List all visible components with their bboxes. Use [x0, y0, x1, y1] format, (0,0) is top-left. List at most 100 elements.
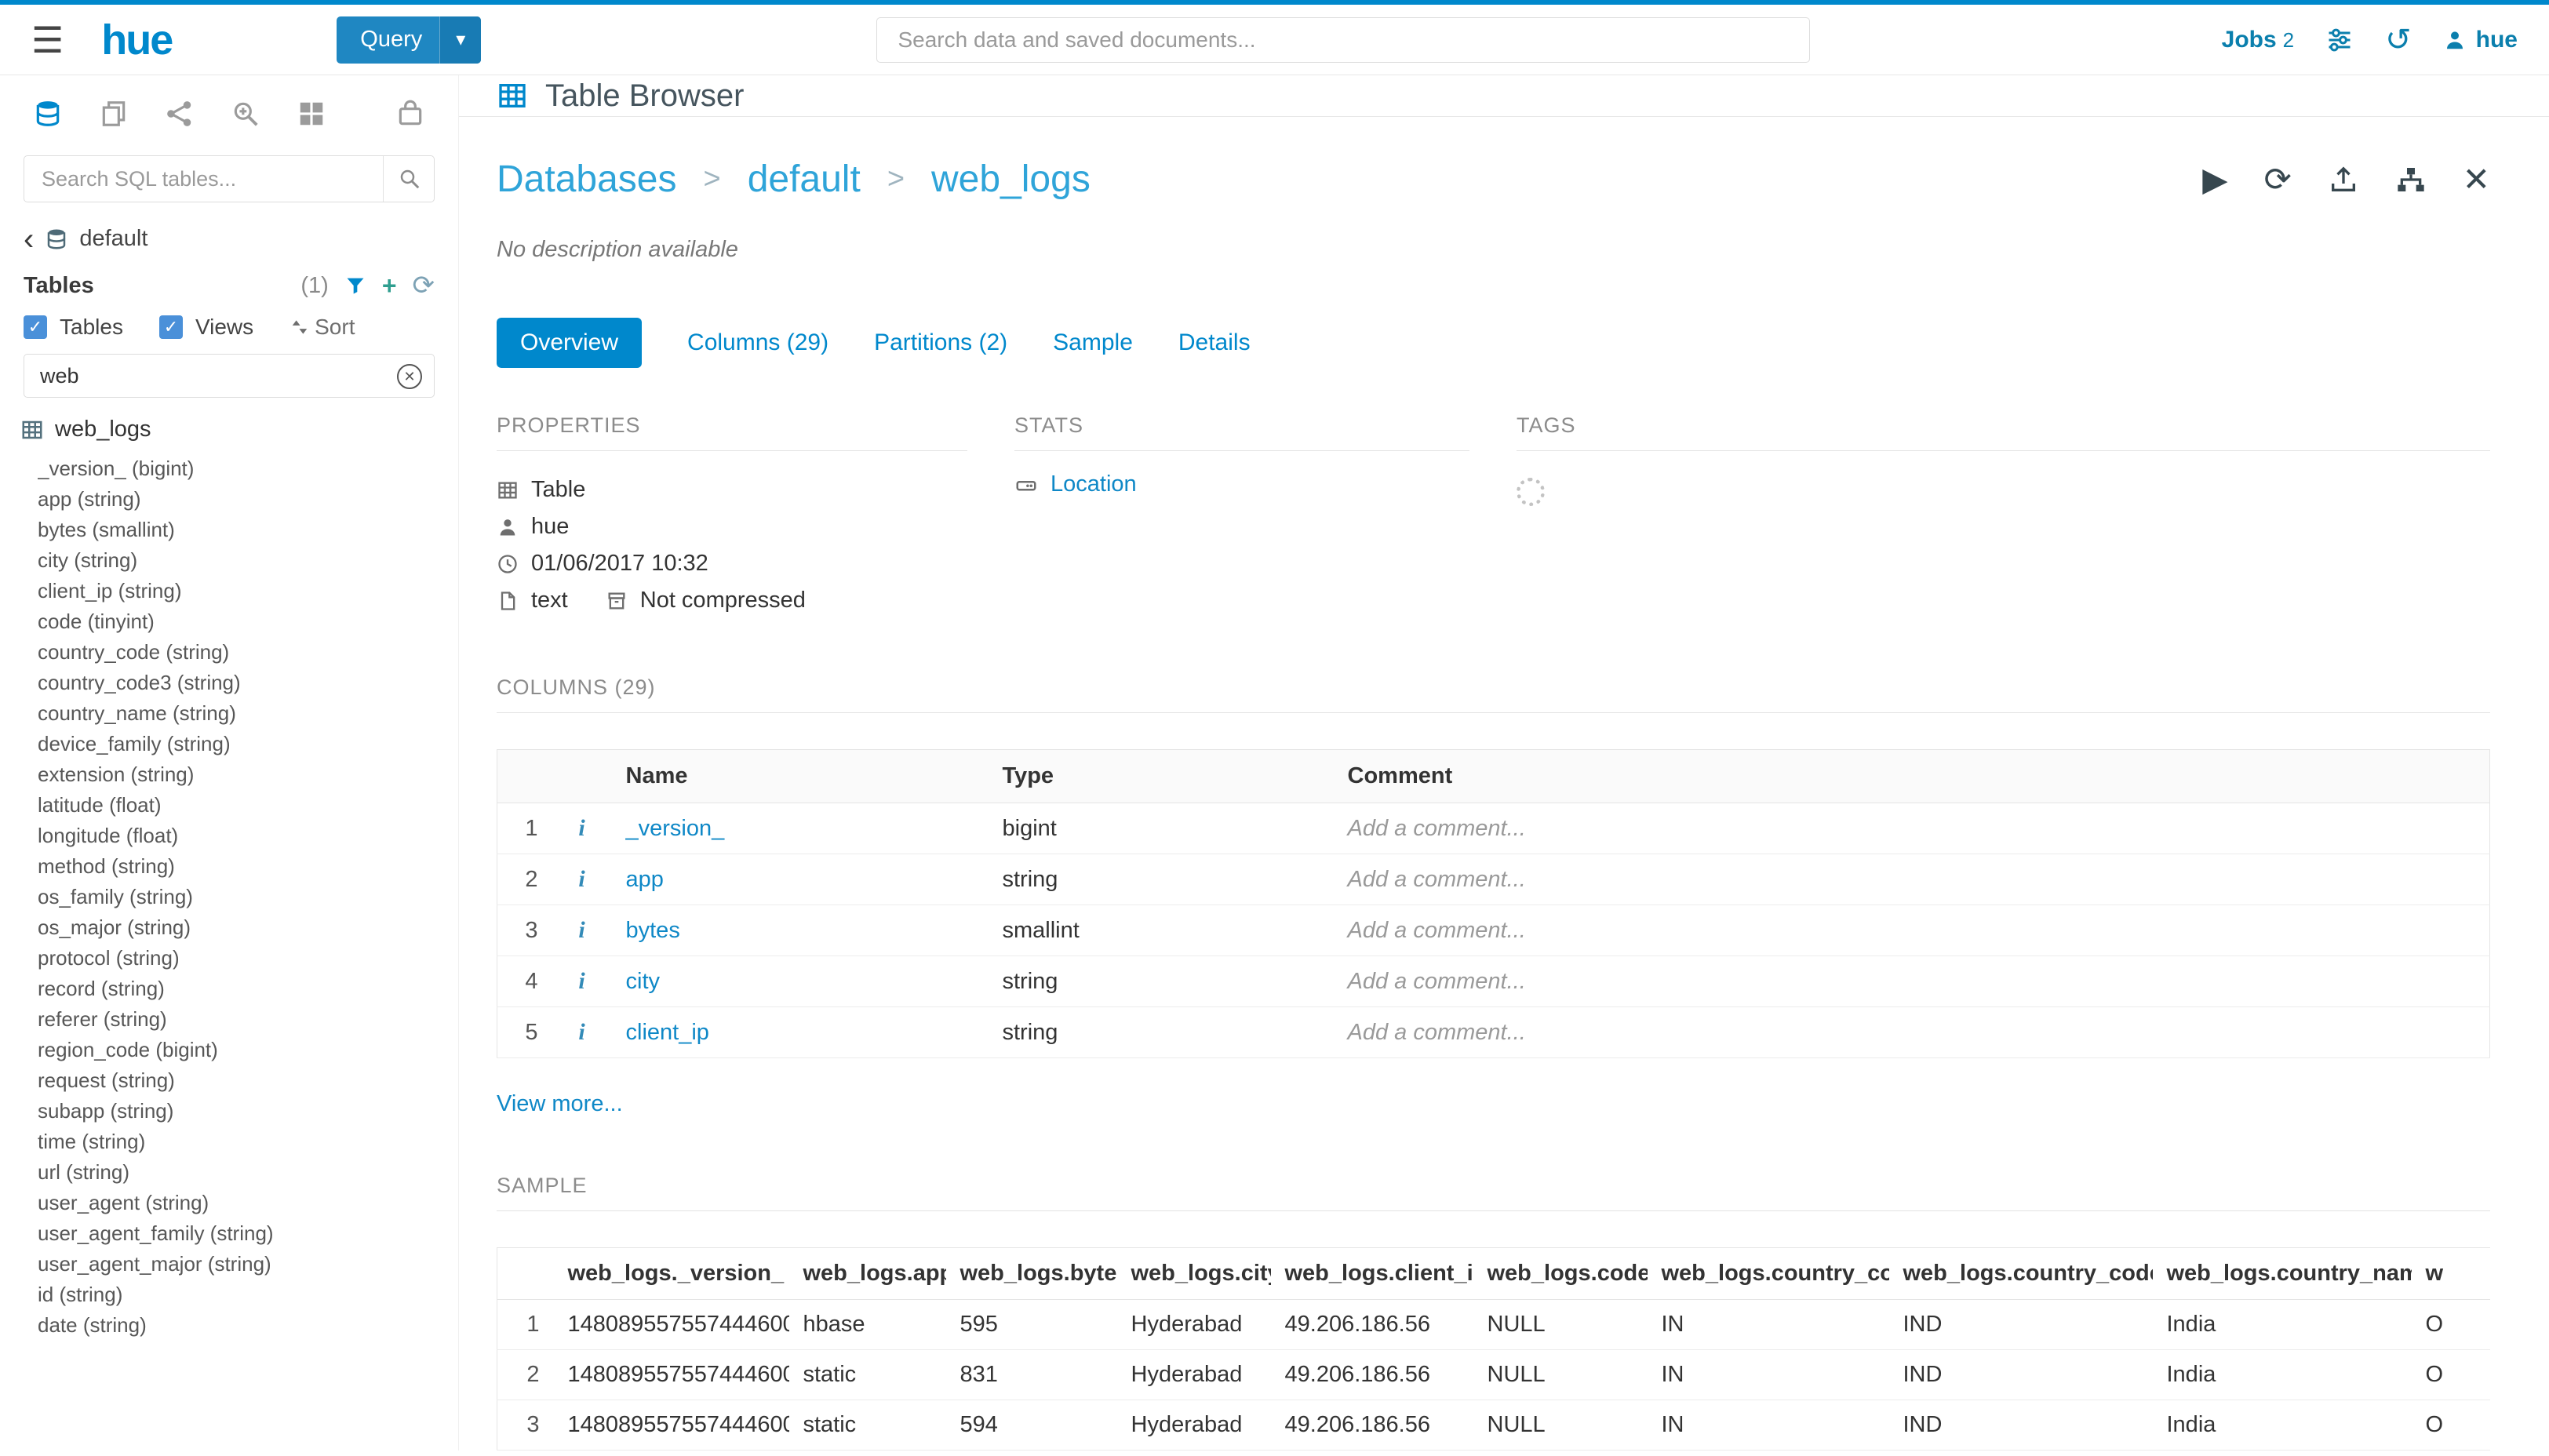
bag-icon[interactable] [395, 99, 425, 129]
refresh-icon[interactable]: ⟳ [2264, 163, 2292, 196]
column-list-item[interactable]: record (string) [38, 974, 450, 1004]
column-name-link[interactable]: bytes [626, 918, 680, 943]
column-list-item[interactable]: client_ip (string) [38, 576, 450, 606]
column-list-item[interactable]: time (string) [38, 1127, 450, 1157]
tab[interactable]: Columns (29) [687, 318, 828, 368]
column-name-link[interactable]: app [626, 867, 664, 892]
play-icon[interactable]: ▶ [2202, 163, 2227, 196]
columns-header-comment[interactable]: Comment [1332, 750, 2490, 803]
query-dropdown-caret[interactable]: ▾ [439, 16, 481, 64]
chevron-left-icon[interactable]: ‹ [24, 227, 34, 252]
search-icon[interactable] [383, 156, 435, 202]
columns-header-name[interactable]: Name [610, 750, 987, 803]
column-list-item[interactable]: app (string) [38, 484, 450, 515]
upload-icon[interactable] [2328, 164, 2359, 195]
tab[interactable]: Details [1178, 318, 1251, 368]
column-comment[interactable]: Add a comment... [1332, 803, 2490, 854]
tables-checkbox[interactable]: ✓ [24, 315, 47, 339]
breadcrumb-default[interactable]: default [748, 158, 861, 201]
filter-funnel-icon[interactable] [344, 275, 366, 297]
sample-cell: Hyderabad [1117, 1300, 1271, 1350]
hamburger-menu-icon[interactable]: ☰ [31, 22, 64, 58]
active-database-name[interactable]: default [79, 226, 147, 252]
column-type: string [987, 854, 1332, 905]
column-row: 4 i city string Add a comment... [497, 956, 2490, 1007]
column-list-item[interactable]: country_name (string) [38, 698, 450, 729]
column-comment[interactable]: Add a comment... [1332, 956, 2490, 1007]
sample-cell: hbase [789, 1300, 946, 1350]
view-more-link[interactable]: View more... [497, 1091, 623, 1117]
database-icon[interactable] [33, 99, 63, 129]
table-description[interactable]: No description available [497, 237, 2490, 263]
tab[interactable]: Partitions (2) [874, 318, 1007, 368]
column-comment[interactable]: Add a comment... [1332, 905, 2490, 956]
column-comment[interactable]: Add a comment... [1332, 1007, 2490, 1058]
columns-header-type[interactable]: Type [987, 750, 1332, 803]
column-list-item[interactable]: referer (string) [38, 1004, 450, 1035]
column-list-item[interactable]: code (tinyint) [38, 606, 450, 637]
query-button[interactable]: Query ▾ [337, 16, 481, 64]
column-list-item[interactable]: date (string) [38, 1310, 450, 1341]
column-list-item[interactable]: user_agent_major (string) [38, 1249, 450, 1279]
column-list-item[interactable]: os_family (string) [38, 882, 450, 912]
property-created-value: 01/06/2017 10:32 [531, 545, 708, 582]
column-list-item[interactable]: region_code (bigint) [38, 1035, 450, 1065]
column-list-item[interactable]: longitude (float) [38, 821, 450, 851]
search-plus-icon[interactable] [231, 99, 260, 129]
close-icon[interactable]: ✕ [2463, 163, 2490, 196]
tags-section: TAGS [1517, 413, 2490, 619]
main-panel: Table Browser Databases > default > web_… [459, 75, 2549, 1451]
info-icon[interactable]: i [578, 917, 584, 943]
info-icon[interactable]: i [578, 968, 584, 994]
column-list-item[interactable]: country_code (string) [38, 637, 450, 668]
location-link[interactable]: Location [1051, 471, 1137, 497]
table-actions: ▶ ⟳ ✕ [2202, 163, 2490, 196]
history-icon[interactable]: ↺ [2385, 24, 2412, 56]
column-list-item[interactable]: country_code3 (string) [38, 668, 450, 698]
column-list-item[interactable]: user_agent_family (string) [38, 1218, 450, 1249]
column-list-item[interactable]: city (string) [38, 545, 450, 576]
refresh-icon[interactable]: ⟳ [413, 272, 435, 299]
tab[interactable]: Sample [1053, 318, 1133, 368]
apps-grid-icon[interactable] [297, 99, 326, 129]
info-icon[interactable]: i [578, 1019, 584, 1045]
sitemap-icon[interactable] [2395, 164, 2427, 195]
column-name-link[interactable]: _version_ [626, 816, 725, 841]
column-list-item[interactable]: id (string) [38, 1279, 450, 1310]
column-list-item[interactable]: device_family (string) [38, 729, 450, 759]
table-name-filter-input[interactable] [24, 354, 435, 398]
share-nodes-icon[interactable] [165, 99, 195, 129]
info-icon[interactable]: i [578, 815, 584, 841]
info-icon[interactable]: i [578, 866, 584, 892]
sql-tables-search-input[interactable] [24, 155, 435, 202]
tab[interactable]: Overview [497, 318, 642, 368]
column-list-item[interactable]: request (string) [38, 1065, 450, 1096]
column-list-item[interactable]: _version_ (bigint) [38, 453, 450, 484]
table-browser-icon [497, 80, 528, 111]
column-list-item[interactable]: extension (string) [38, 759, 450, 790]
breadcrumb-web-logs[interactable]: web_logs [931, 158, 1091, 201]
table-item-web-logs[interactable]: web_logs [0, 401, 458, 449]
column-list-item[interactable]: method (string) [38, 851, 450, 882]
hue-logo[interactable]: hue [101, 16, 172, 64]
column-list-item[interactable]: protocol (string) [38, 943, 450, 974]
add-table-icon[interactable]: + [382, 273, 397, 298]
user-menu[interactable]: hue [2443, 27, 2518, 53]
column-list-item[interactable]: user_agent (string) [38, 1188, 450, 1218]
breadcrumb-databases[interactable]: Databases [497, 158, 676, 201]
column-name-link[interactable]: city [626, 969, 661, 994]
column-list-item[interactable]: url (string) [38, 1157, 450, 1188]
column-list-item[interactable]: subapp (string) [38, 1096, 450, 1127]
sliders-icon[interactable] [2325, 26, 2354, 54]
jobs-link[interactable]: Jobs2 [2222, 27, 2295, 53]
column-comment[interactable]: Add a comment... [1332, 854, 2490, 905]
column-name-link[interactable]: client_ip [626, 1020, 709, 1045]
views-checkbox[interactable]: ✓ [159, 315, 183, 339]
sort-control[interactable]: Sort [289, 315, 355, 340]
column-list-item[interactable]: bytes (smallint) [38, 515, 450, 545]
documents-icon[interactable] [99, 99, 129, 129]
clear-filter-icon[interactable]: ✕ [397, 364, 422, 389]
global-search-input[interactable] [876, 17, 1810, 63]
column-list-item[interactable]: os_major (string) [38, 912, 450, 943]
column-list-item[interactable]: latitude (float) [38, 790, 450, 821]
